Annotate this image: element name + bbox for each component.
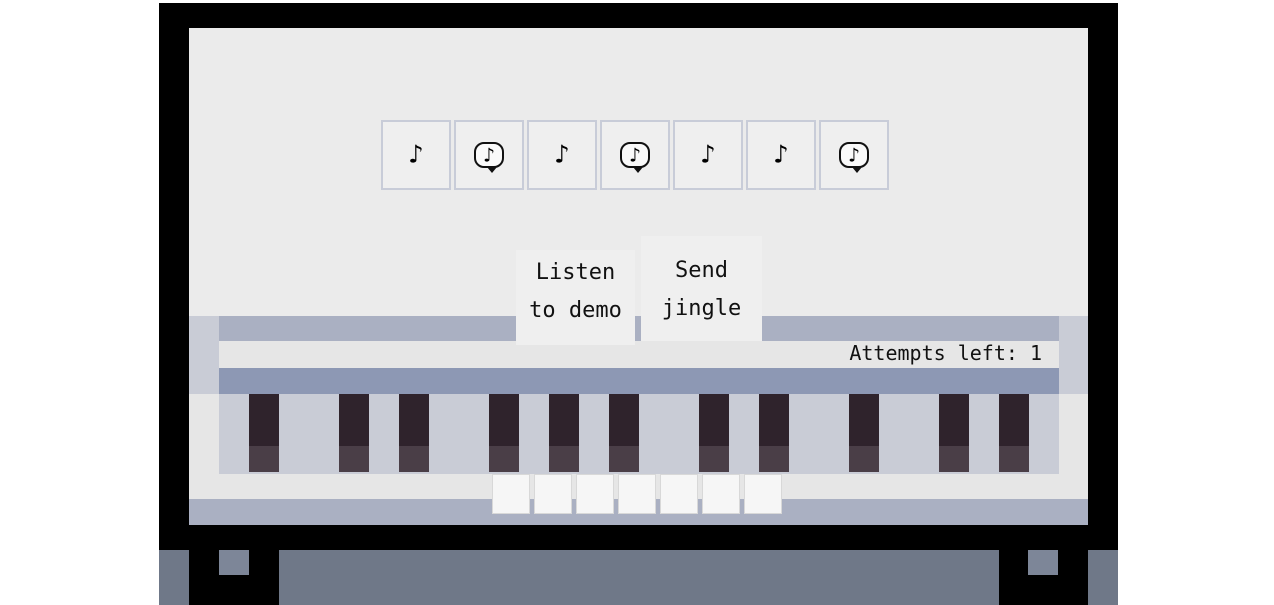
jingle-slot-7[interactable]: ♪ <box>819 120 889 190</box>
game-screen: ♪ ♪ ♪ ♪ ♪ ♪ ♪ Attempts left: 1 Listen to… <box>189 28 1088 525</box>
jingle-slot-3[interactable]: ♪ <box>527 120 597 190</box>
jingle-slot-6[interactable]: ♪ <box>746 120 816 190</box>
attempts-left-label: Attempts left: 1 <box>849 341 1042 365</box>
music-note-icon: ♪ <box>700 140 716 170</box>
white-key-1[interactable] <box>492 474 530 514</box>
white-key-7[interactable] <box>744 474 782 514</box>
black-key-4[interactable] <box>489 394 519 472</box>
speech-bubble-note-icon: ♪ <box>474 142 504 173</box>
black-key-5[interactable] <box>549 394 579 472</box>
monitor-stand <box>159 548 1118 605</box>
jingle-slot-2[interactable]: ♪ <box>454 120 524 190</box>
black-key-1[interactable] <box>249 394 279 472</box>
white-key-4[interactable] <box>618 474 656 514</box>
keyboard-accent-band <box>219 368 1059 394</box>
jingle-slot-1[interactable]: ♪ <box>381 120 451 190</box>
keyboard-top-band <box>219 316 1059 341</box>
black-key-8[interactable] <box>759 394 789 472</box>
jingle-slot-5[interactable]: ♪ <box>673 120 743 190</box>
black-key-11[interactable] <box>999 394 1029 472</box>
black-key-9[interactable] <box>849 394 879 472</box>
white-key-6[interactable] <box>702 474 740 514</box>
black-key-3[interactable] <box>399 394 429 472</box>
left-foot-light <box>219 550 249 575</box>
white-key-2[interactable] <box>534 474 572 514</box>
black-key-6[interactable] <box>609 394 639 472</box>
stand-base <box>279 550 999 605</box>
white-key-5[interactable] <box>660 474 698 514</box>
music-note-icon: ♪ <box>773 140 789 170</box>
black-key-7[interactable] <box>699 394 729 472</box>
right-foot-light <box>1028 550 1058 575</box>
black-key-2[interactable] <box>339 394 369 472</box>
music-note-icon: ♪ <box>554 140 570 170</box>
stand-left-block <box>159 550 189 605</box>
white-key-3[interactable] <box>576 474 614 514</box>
jingle-slot-4[interactable]: ♪ <box>600 120 670 190</box>
listen-demo-button[interactable]: Listen to demo <box>516 250 635 345</box>
black-key-10[interactable] <box>939 394 969 472</box>
send-jingle-button[interactable]: Send jingle <box>641 236 762 341</box>
speech-bubble-note-icon: ♪ <box>839 142 869 173</box>
stand-right-block <box>1088 550 1118 605</box>
music-note-icon: ♪ <box>408 140 424 170</box>
speech-bubble-note-icon: ♪ <box>620 142 650 173</box>
